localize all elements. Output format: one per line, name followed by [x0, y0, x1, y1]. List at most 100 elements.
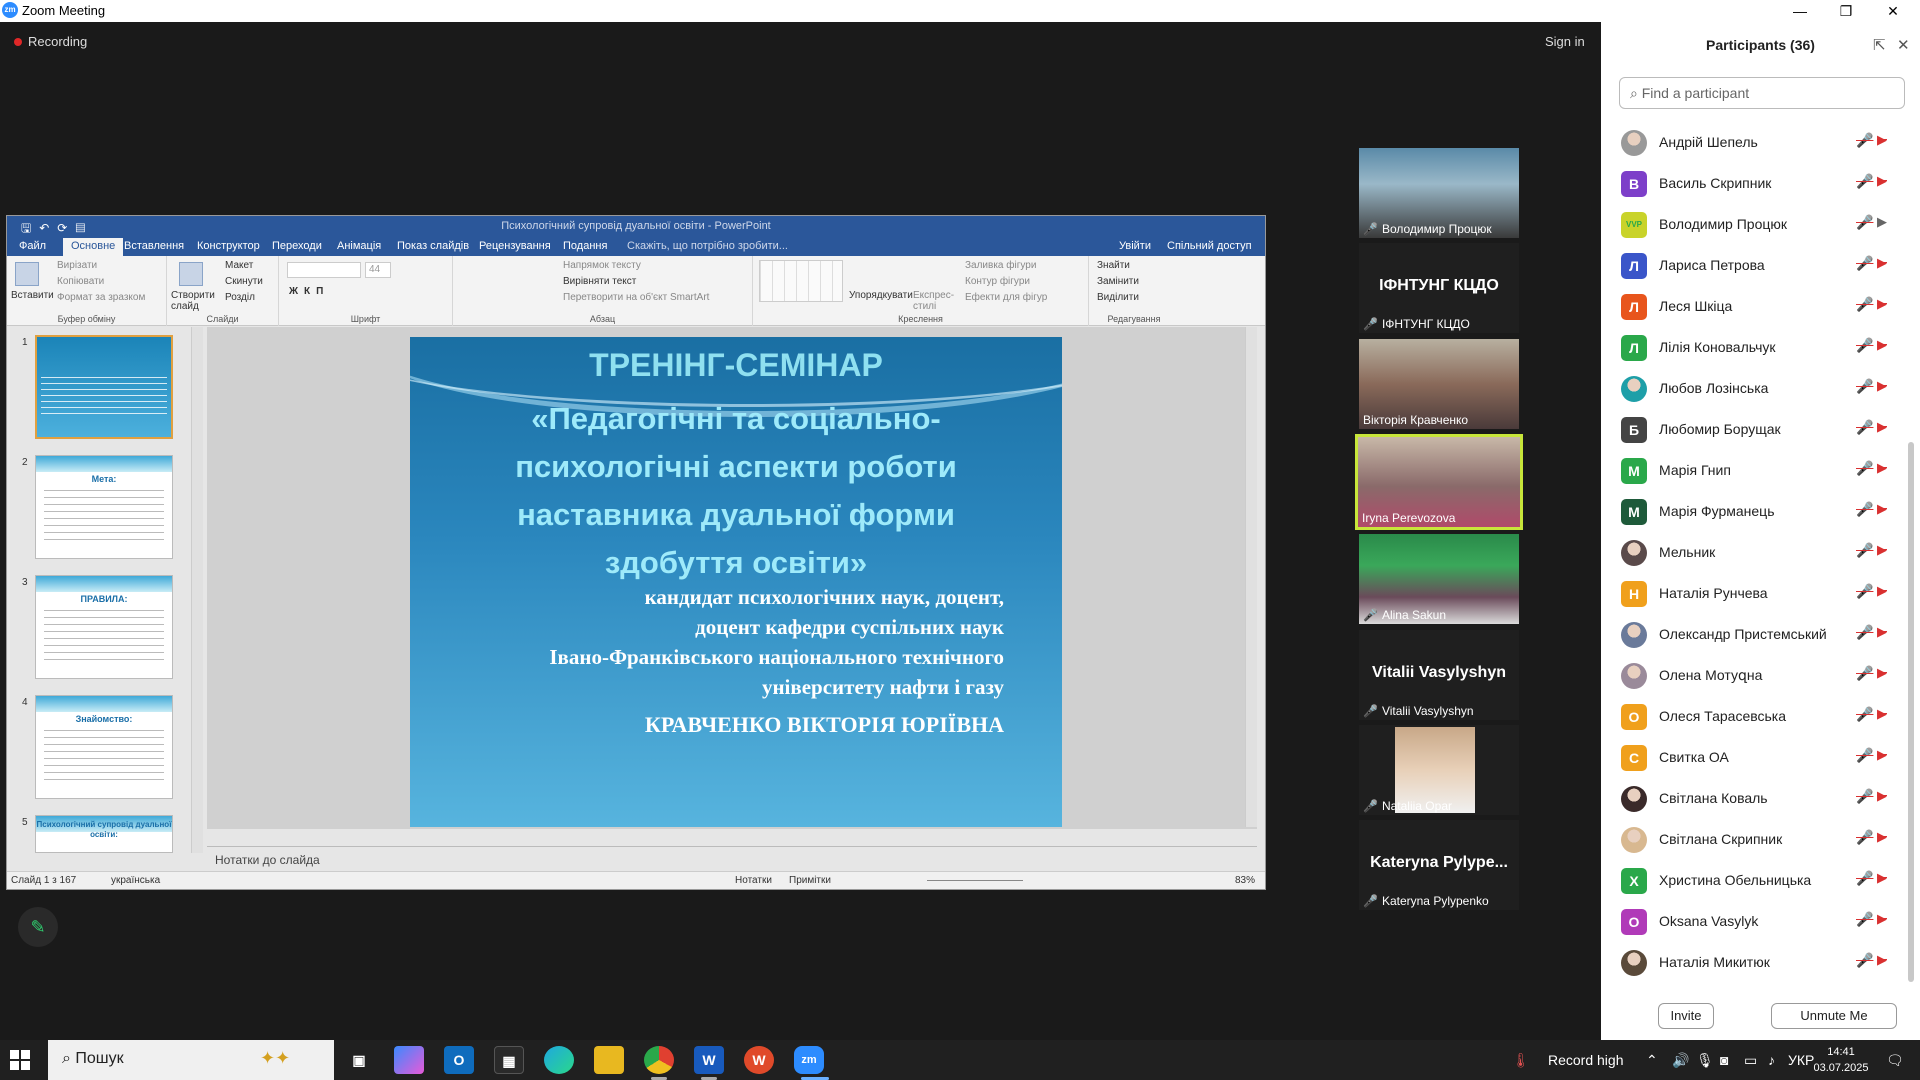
font-name-box[interactable]	[287, 262, 361, 278]
notes-pane[interactable]: Нотатки до слайда	[207, 846, 1257, 874]
mic-muted-icon[interactable]: 🎤	[1856, 542, 1873, 559]
slide-thumbnail-3[interactable]: ПРАВИЛА:	[35, 575, 173, 679]
font-format-buttons[interactable]: ЖКП	[289, 286, 329, 297]
slide-thumbnail-1[interactable]	[35, 335, 173, 439]
sign-in-button[interactable]: Sign in	[1545, 34, 1585, 49]
video-off-icon[interactable]: ▶	[1877, 296, 1887, 312]
participant-row[interactable]: Світлана Скрипник 🎤 ▶	[1601, 819, 1901, 860]
tab-slideshow[interactable]: Показ слайдів	[397, 240, 469, 252]
mic-muted-icon[interactable]: 🎤	[1856, 296, 1873, 313]
edge-icon[interactable]	[544, 1046, 574, 1074]
new-slide-label[interactable]: Створити слайд	[171, 290, 215, 312]
pop-out-icon[interactable]: ⇱	[1873, 36, 1886, 54]
video-tile[interactable]: Kateryna Pylype... 🎤 Kateryna Pylypenko	[1359, 820, 1519, 910]
mic-muted-icon[interactable]: 🎤	[1856, 624, 1873, 641]
speaker-icon[interactable]: 🔊	[1672, 1052, 1689, 1069]
mic-muted-icon[interactable]: 🎤	[1856, 829, 1873, 846]
video-off-icon[interactable]: ▶	[1877, 501, 1887, 517]
tab-design[interactable]: Конструктор	[197, 240, 260, 252]
participant-list-scrollbar[interactable]	[1908, 442, 1914, 982]
current-slide[interactable]: ТРЕНІНГ-СЕМІНАР «Педагогічні та соціальн…	[410, 337, 1062, 827]
tab-insert[interactable]: Вставлення	[124, 240, 184, 252]
section-button[interactable]: Розділ	[225, 292, 255, 303]
mic-muted-icon[interactable]: 🎤	[1856, 911, 1873, 928]
participant-row[interactable]: Б Любомир Борущак 🎤 ▶	[1601, 409, 1901, 450]
participant-row[interactable]: Л Лариса Петрова 🎤 ▶	[1601, 245, 1901, 286]
video-tile[interactable]: ІФНТУНГ КЦДО 🎤 ІФНТУНГ КЦДО	[1359, 243, 1519, 333]
microphone-icon[interactable]: 🎙	[1696, 1052, 1714, 1069]
mic-muted-icon[interactable]: 🎤	[1856, 378, 1873, 395]
participant-row[interactable]: Н Наталія Рунчева 🎤 ▶	[1601, 573, 1901, 614]
tab-transitions[interactable]: Переходи	[272, 240, 322, 252]
mic-muted-icon[interactable]: 🎤	[1856, 952, 1873, 969]
video-tile[interactable]: Vitalii Vasylyshyn 🎤 Vitalii Vasylyshyn	[1359, 630, 1519, 720]
paste-icon[interactable]	[15, 262, 39, 286]
mic-muted-icon[interactable]: 🎤	[1856, 665, 1873, 682]
video-off-icon[interactable]: ▶	[1877, 747, 1887, 763]
participant-search-input[interactable]: ⌕ Find a participant	[1619, 77, 1905, 109]
shape-fill-button[interactable]: Заливка фігури	[965, 260, 1036, 271]
text-direction-button[interactable]: Напрямок тексту	[563, 260, 641, 271]
participant-row[interactable]: М Марія Гнип 🎤 ▶	[1601, 450, 1901, 491]
paste-label[interactable]: Вставити	[11, 290, 54, 301]
video-off-icon[interactable]: ▶	[1877, 665, 1887, 681]
mic-muted-icon[interactable]: 🎤	[1856, 419, 1873, 436]
participant-row[interactable]: М Марія Фурманець 🎤 ▶	[1601, 491, 1901, 532]
shape-effects-button[interactable]: Ефекти для фігур	[965, 292, 1047, 303]
slide-thumbnail-4[interactable]: Знайомство:	[35, 695, 173, 799]
mic-muted-icon[interactable]: 🎤	[1856, 583, 1873, 600]
video-off-icon[interactable]: ▶	[1877, 911, 1887, 927]
camera-icon[interactable]: ◙	[1720, 1052, 1728, 1068]
close-window-button[interactable]: ✕	[1870, 0, 1916, 22]
video-off-icon[interactable]: ▶	[1877, 460, 1887, 476]
quick-styles-button[interactable]: Експрес-стилі	[913, 290, 957, 312]
shape-outline-button[interactable]: Контур фігури	[965, 276, 1030, 287]
video-off-icon[interactable]: ▶	[1877, 337, 1887, 353]
video-off-icon[interactable]: ▶	[1877, 583, 1887, 599]
tab-review[interactable]: Рецензування	[479, 240, 551, 252]
shapes-gallery[interactable]	[759, 260, 843, 302]
slide-thumbnail-2[interactable]: Мета:	[35, 455, 173, 559]
mic-muted-icon[interactable]: 🎤	[1856, 173, 1873, 190]
volume-icon[interactable]: ♪	[1768, 1052, 1775, 1068]
ppt-share-button[interactable]: Спільний доступ	[1167, 240, 1252, 252]
file-explorer-icon[interactable]	[594, 1046, 624, 1074]
video-tile[interactable]: 🎤 Alina Sakun	[1359, 534, 1519, 624]
mic-muted-icon[interactable]: 🎤	[1856, 501, 1873, 518]
video-off-icon[interactable]: ▶	[1877, 173, 1887, 189]
participant-row[interactable]: Л Леся Шкіца 🎤 ▶	[1601, 286, 1901, 327]
video-tile[interactable]: 🎤 Nataliia Opar	[1359, 725, 1519, 815]
video-off-icon[interactable]: ▶	[1877, 870, 1887, 886]
tab-home[interactable]: Основне	[63, 238, 124, 256]
annotate-pen-icon[interactable]: ✎	[18, 907, 58, 947]
windows-start-icon[interactable]	[10, 1050, 30, 1070]
wps-icon[interactable]: W	[744, 1046, 774, 1074]
invite-button[interactable]: Invite	[1658, 1003, 1714, 1029]
zoom-slider[interactable]	[927, 880, 1023, 881]
participant-row[interactable]: С Свитка ОА 🎤 ▶	[1601, 737, 1901, 778]
mic-muted-icon[interactable]: 🎤	[1856, 214, 1873, 231]
participant-row[interactable]: О Олеся Тарасевська 🎤 ▶	[1601, 696, 1901, 737]
align-text-button[interactable]: Вирівняти текст	[563, 276, 636, 287]
video-off-icon[interactable]: ▶	[1877, 788, 1887, 804]
comments-toggle[interactable]: Примітки	[789, 875, 831, 886]
slide-scrollbar[interactable]	[1245, 327, 1257, 827]
participant-row[interactable]: Любов Лозінська 🎤 ▶	[1601, 368, 1901, 409]
store-icon[interactable]: ▦	[494, 1046, 524, 1074]
participant-row[interactable]: Мельник 🎤 ▶	[1601, 532, 1901, 573]
participant-row[interactable]: Андрій Шепель 🎤 ▶	[1601, 122, 1901, 163]
tell-me-search[interactable]: Скажіть, що потрібно зробити...	[627, 240, 788, 252]
restore-button[interactable]: ❐	[1823, 0, 1869, 22]
mic-muted-icon[interactable]: 🎤	[1856, 132, 1873, 149]
weather-label[interactable]: Record high	[1548, 1052, 1624, 1068]
tab-file[interactable]: Файл	[19, 240, 46, 252]
close-panel-icon[interactable]: ✕	[1897, 36, 1910, 54]
tab-view[interactable]: Подання	[563, 240, 607, 252]
format-painter-button[interactable]: Формат за зразком	[57, 292, 145, 303]
ppt-sign-in[interactable]: Увійти	[1119, 240, 1151, 252]
thumbnails-scrollbar[interactable]	[191, 327, 203, 853]
participant-row[interactable]: Наталія Микитюк 🎤 ▶	[1601, 942, 1901, 983]
video-off-icon[interactable]: ▶	[1877, 829, 1887, 845]
taskbar-search-box[interactable]: ⌕ Пошук ✦✦	[48, 1040, 334, 1080]
video-off-icon[interactable]: ▶	[1877, 378, 1887, 394]
